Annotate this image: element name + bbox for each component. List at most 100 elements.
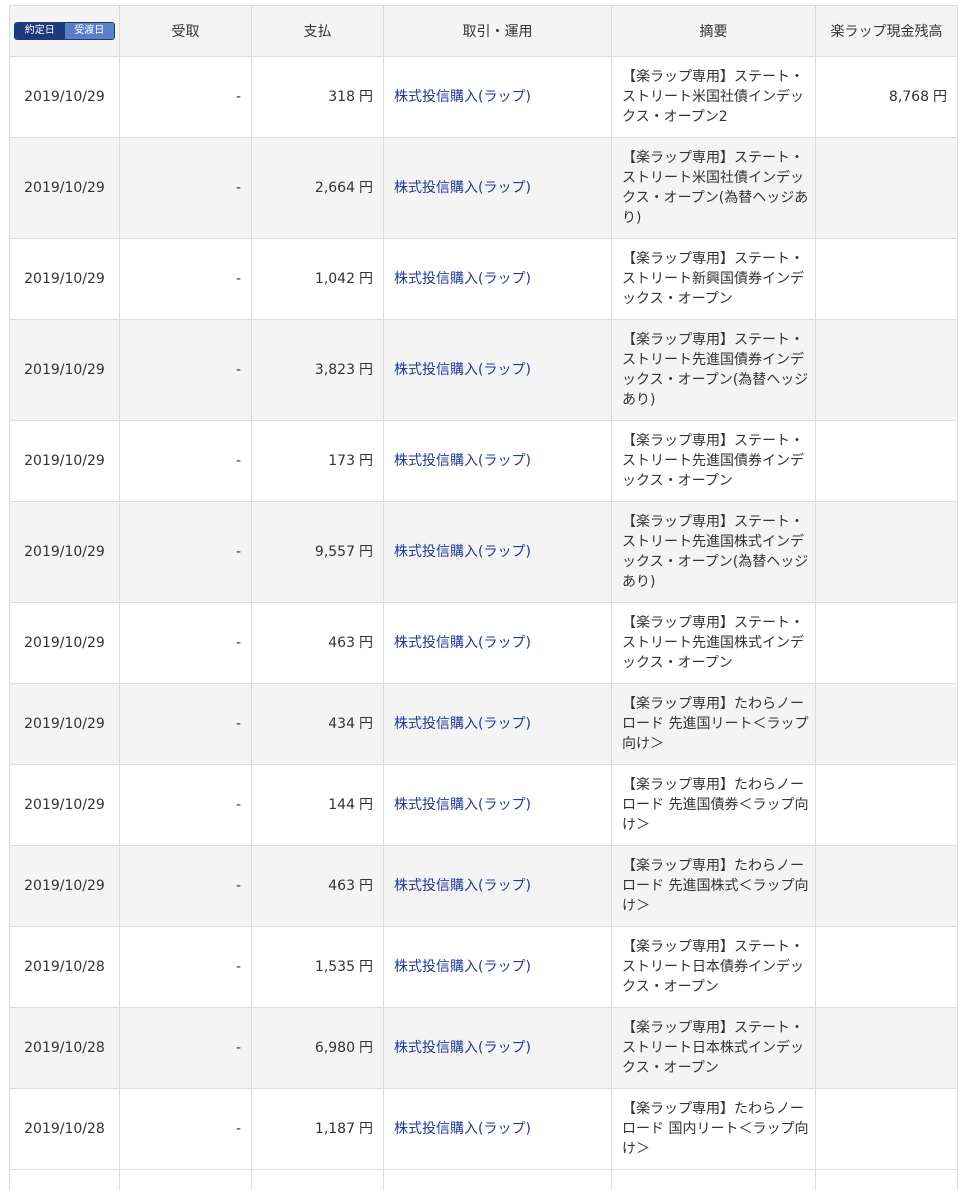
- payment-cell: 1,042円: [252, 239, 384, 320]
- summary-cell: 【楽ラップ専用】たわらノーロード 先進国リート＜ラップ向け＞: [612, 684, 816, 765]
- payment-cell: 173円: [252, 421, 384, 502]
- payment-amount: 9,557: [315, 544, 355, 560]
- table-header-row: 約定日 受渡日 受取 支払 取引・運用 摘要 楽ラップ現金残高: [10, 6, 958, 57]
- date-cell: 2019/10/29: [10, 239, 120, 320]
- payment-unit: 円: [359, 959, 373, 975]
- transaction-type-link[interactable]: 株式投信購入(ラップ): [394, 180, 531, 196]
- payment-cell: 463円: [252, 846, 384, 927]
- transaction-type-link[interactable]: 株式投信購入(ラップ): [394, 453, 531, 469]
- payment-cell: 6,980円: [252, 1008, 384, 1089]
- payment-amount: 318: [328, 89, 355, 105]
- balance-header: 楽ラップ現金残高: [816, 6, 958, 57]
- receive-cell: -: [120, 603, 252, 684]
- balance-cell: [816, 603, 958, 684]
- balance-unit: 円: [933, 89, 947, 105]
- summary-cell: 【楽ラップ専用】ステート・ストリート先進国株式インデックス・オープン(為替ヘッジ…: [612, 502, 816, 603]
- payment-amount: 1,535: [315, 959, 355, 975]
- table-row: 2019/10/29-434円株式投信購入(ラップ)【楽ラップ専用】たわらノーロ…: [10, 684, 958, 765]
- date-cell: 2019/10/29: [10, 57, 120, 138]
- empty-cell: [120, 1170, 252, 1190]
- summary-cell: 【楽ラップ専用】ステート・ストリート新興国債券インデックス・オープン: [612, 239, 816, 320]
- transaction-type-link[interactable]: 株式投信購入(ラップ): [394, 89, 531, 105]
- table-row: 2019/10/29-2,664円株式投信購入(ラップ)【楽ラップ専用】ステート…: [10, 138, 958, 239]
- receive-cell: -: [120, 57, 252, 138]
- transaction-header: 取引・運用: [384, 6, 612, 57]
- transaction-cell: 株式投信購入(ラップ): [384, 927, 612, 1008]
- settle-date-option[interactable]: 受渡日: [65, 23, 115, 39]
- transaction-type-link[interactable]: 株式投信購入(ラップ): [394, 362, 531, 378]
- trade-date-option[interactable]: 約定日: [15, 23, 65, 39]
- transaction-cell: 株式投信購入(ラップ): [384, 57, 612, 138]
- transaction-type-link[interactable]: 株式投信購入(ラップ): [394, 271, 531, 287]
- transaction-type-link[interactable]: 株式投信購入(ラップ): [394, 1121, 531, 1137]
- transaction-type-link[interactable]: 株式投信購入(ラップ): [394, 878, 531, 894]
- payment-cell: 2,664円: [252, 138, 384, 239]
- balance-cell: [816, 765, 958, 846]
- receive-cell: -: [120, 927, 252, 1008]
- receive-cell: -: [120, 138, 252, 239]
- payment-cell: 463円: [252, 603, 384, 684]
- transaction-type-link[interactable]: 株式投信購入(ラップ): [394, 716, 531, 732]
- date-cell: 2019/10/29: [10, 421, 120, 502]
- date-basis-toggle[interactable]: 約定日 受渡日: [14, 22, 115, 40]
- transaction-cell: 株式投信購入(ラップ): [384, 603, 612, 684]
- summary-cell: 【楽ラップ専用】ステート・ストリート先進国債券インデックス・オープン: [612, 421, 816, 502]
- transaction-type-link[interactable]: 株式投信購入(ラップ): [394, 797, 531, 813]
- transaction-cell: 株式投信購入(ラップ): [384, 239, 612, 320]
- payment-unit: 円: [359, 878, 373, 894]
- balance-cell: 8,768円: [816, 57, 958, 138]
- balance-cell: [816, 421, 958, 502]
- payment-cell: 3,823円: [252, 320, 384, 421]
- payment-unit: 円: [359, 453, 373, 469]
- transaction-type-link[interactable]: 株式投信購入(ラップ): [394, 635, 531, 651]
- summary-cell: 【楽ラップ専用】ステート・ストリート先進国債券インデックス・オープン(為替ヘッジ…: [612, 320, 816, 421]
- transaction-history: 約定日 受渡日 受取 支払 取引・運用 摘要 楽ラップ現金残高 2019/10/…: [9, 5, 957, 1190]
- balance-cell: [816, 320, 958, 421]
- summary-cell: 【楽ラップ専用】ステート・ストリート米国社債インデックス・オープン2: [612, 57, 816, 138]
- payment-amount: 463: [328, 878, 355, 894]
- payment-cell: 434円: [252, 684, 384, 765]
- transaction-cell: 株式投信購入(ラップ): [384, 846, 612, 927]
- payment-amount: 144: [328, 797, 355, 813]
- date-cell: 2019/10/29: [10, 603, 120, 684]
- date-cell: 2019/10/29: [10, 846, 120, 927]
- payment-unit: 円: [359, 1121, 373, 1137]
- payment-cell: 1,187円: [252, 1089, 384, 1170]
- transaction-cell: 株式投信購入(ラップ): [384, 684, 612, 765]
- balance-cell: [816, 138, 958, 239]
- date-header: 約定日 受渡日: [10, 6, 120, 57]
- table-body: 2019/10/29-318円株式投信購入(ラップ)【楽ラップ専用】ステート・ス…: [10, 57, 958, 1190]
- payment-amount: 3,823: [315, 362, 355, 378]
- receive-cell: -: [120, 684, 252, 765]
- transaction-type-link[interactable]: 株式投信購入(ラップ): [394, 959, 531, 975]
- table-row: 2019/10/29-463円株式投信購入(ラップ) 【楽ラップ専用】ステート・ス…: [10, 603, 958, 684]
- receive-cell: -: [120, 1089, 252, 1170]
- transaction-cell: 株式投信購入(ラップ): [384, 138, 612, 239]
- payment-header: 支払: [252, 6, 384, 57]
- balance-cell: [816, 684, 958, 765]
- summary-cell: 【楽ラップ専用】ステート・ストリート先進国株式インデックス・オープン: [612, 603, 816, 684]
- table-row: 2019/10/28-1,187円株式投信購入(ラップ)【楽ラップ専用】たわらノ…: [10, 1089, 958, 1170]
- date-cell: 2019/10/29: [10, 320, 120, 421]
- transaction-cell: 株式投信購入(ラップ): [384, 502, 612, 603]
- payment-cell: 1,535円: [252, 927, 384, 1008]
- receive-cell: -: [120, 1008, 252, 1089]
- transaction-type-link[interactable]: 株式投信購入(ラップ): [394, 544, 531, 560]
- date-cell: 2019/10/29: [10, 138, 120, 239]
- balance-cell: [816, 927, 958, 1008]
- payment-cell: 9,557円: [252, 502, 384, 603]
- transaction-type-link[interactable]: 株式投信購入(ラップ): [394, 1040, 531, 1056]
- balance-cell: [816, 1089, 958, 1170]
- balance-cell: [816, 502, 958, 603]
- summary-cell: 【楽ラップ専用】ステート・ストリート日本債券インデックス・オープン: [612, 927, 816, 1008]
- payment-amount: 1,187: [315, 1121, 355, 1137]
- transaction-table: 約定日 受渡日 受取 支払 取引・運用 摘要 楽ラップ現金残高 2019/10/…: [9, 5, 958, 1190]
- summary-cell: 【楽ラップ専用】たわらノーロード 国内リート＜ラップ向け＞: [612, 1089, 816, 1170]
- table-row: 2019/10/29-3,823円株式投信購入(ラップ)【楽ラップ専用】ステート…: [10, 320, 958, 421]
- payment-amount: 6,980: [315, 1040, 355, 1056]
- empty-cell: [612, 1170, 816, 1190]
- payment-unit: 円: [359, 635, 373, 651]
- summary-header: 摘要: [612, 6, 816, 57]
- table-row: 2019/10/28-6,980円株式投信購入(ラップ)【楽ラップ専用】ステート…: [10, 1008, 958, 1089]
- payment-amount: 434: [328, 716, 355, 732]
